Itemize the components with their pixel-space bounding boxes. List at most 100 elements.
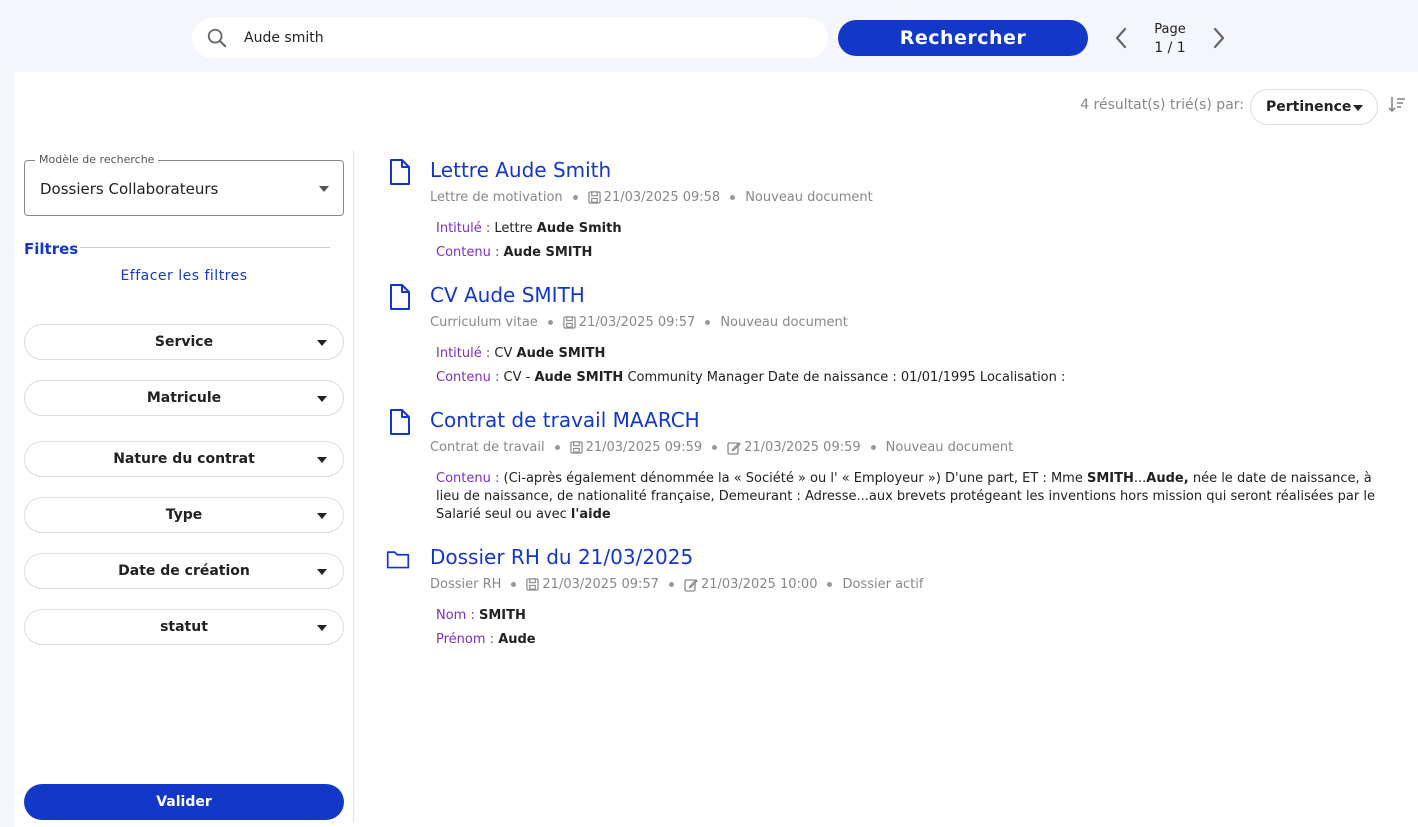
field-row: Contenu : (Ci-après également dénommée l… [436, 470, 1396, 524]
pager: Page 1 / 1 [1140, 21, 1200, 57]
result-type: Lettre de motivation [430, 190, 563, 205]
search-input[interactable] [244, 26, 804, 50]
filter-service[interactable]: Service [24, 324, 344, 360]
result-meta: Contrat de travail 21/03/2025 09:59 21/0… [430, 440, 1013, 455]
field-text: Community Manager Date de naissance : 01… [627, 370, 1066, 385]
field-highlight: SMITH [479, 608, 526, 623]
result-meta: Dossier RH 21/03/2025 09:57 21/03/2025 1… [430, 577, 923, 592]
field-row: Nom : SMITH [436, 607, 1396, 625]
result-modified: 21/03/2025 10:00 [700, 577, 818, 592]
field-row: Intitulé : Lettre Aude Smith [436, 220, 1396, 238]
separator-dot [870, 445, 876, 450]
filter-label: Matricule [146, 390, 222, 406]
field-label: Contenu : [436, 245, 500, 260]
results-count: 4 résultat(s) trié(s) par: [1080, 97, 1244, 113]
search-icon [207, 28, 227, 48]
caret-down-icon [317, 625, 327, 631]
validate-button[interactable]: Valider [24, 784, 344, 820]
caret-down-icon [317, 569, 327, 575]
field-highlight: Aude Smith [536, 221, 622, 236]
separator-dot [547, 320, 553, 325]
sort-order-icon[interactable] [1386, 94, 1408, 116]
document-icon [390, 159, 410, 185]
edit-icon [684, 578, 698, 592]
search-button[interactable]: Rechercher [838, 20, 1088, 56]
result-fields: Contenu : (Ci-après également dénommée l… [436, 470, 1396, 530]
filter-label: Type [165, 507, 203, 523]
result-modified: 21/03/2025 09:59 [744, 440, 861, 455]
field-row: Intitulé : CV Aude SMITH [436, 345, 1396, 363]
separator-dot [554, 445, 560, 450]
search-box[interactable] [192, 18, 828, 58]
result-meta: Curriculum vitae 21/03/2025 09:57 Nouvea… [430, 315, 848, 330]
field-label: Nom : [436, 608, 475, 623]
field-text: CV [494, 346, 513, 361]
result-meta: Lettre de motivation 21/03/2025 09:58 No… [430, 190, 873, 205]
field-label: Contenu : [436, 471, 500, 486]
filter-matricule[interactable]: Matricule [24, 380, 344, 416]
result-status: Dossier actif [842, 577, 924, 592]
caret-down-icon [317, 340, 327, 346]
field-highlight: Aude SMITH [503, 245, 593, 260]
result-created: 21/03/2025 09:57 [578, 315, 696, 330]
save-icon [563, 316, 576, 329]
separator-dot [712, 445, 718, 450]
search-model-label: Modèle de recherche [35, 153, 159, 166]
result-title-link[interactable]: Dossier RH du 21/03/2025 [430, 545, 693, 569]
chevron-left-icon[interactable] [1110, 24, 1132, 52]
divider [80, 247, 330, 248]
field-text: ... [1133, 471, 1147, 486]
result-title-link[interactable]: Contrat de travail MAARCH [430, 408, 700, 432]
filter-label: Date de création [118, 563, 250, 579]
separator-dot [511, 582, 517, 587]
result-type: Dossier RH [430, 577, 502, 592]
folder-icon [386, 551, 410, 569]
edit-icon [727, 441, 741, 455]
caret-down-icon [317, 457, 327, 463]
filter-statut[interactable]: statut [24, 609, 344, 645]
save-icon [587, 191, 601, 204]
search-model-select[interactable]: Modèle de recherche Dossiers Collaborate… [24, 153, 344, 216]
document-icon [390, 409, 410, 435]
sort-select[interactable]: Pertinence [1250, 89, 1378, 125]
field-text: CV - [503, 370, 531, 385]
field-highlight: Aude SMITH [534, 370, 624, 385]
field-row: Contenu : Aude SMITH [436, 244, 1396, 262]
caret-down-icon [317, 396, 327, 402]
pager-value: 1 / 1 [1154, 40, 1186, 56]
field-highlight: Aude [498, 632, 536, 647]
filter-nature-contrat[interactable]: Nature du contrat [24, 441, 344, 477]
field-text: Lettre [494, 221, 533, 236]
chevron-right-icon[interactable] [1208, 24, 1230, 52]
filter-type[interactable]: Type [24, 497, 344, 533]
filter-date-creation[interactable]: Date de création [24, 553, 344, 589]
result-status: Nouveau document [720, 315, 848, 330]
result-status: Nouveau document [745, 190, 873, 205]
caret-down-icon [317, 513, 327, 519]
field-highlight: Aude, [1146, 471, 1189, 486]
field-label: Prénom : [436, 632, 495, 647]
field-highlight: SMITH [1087, 471, 1134, 486]
search-model-value: Dossiers Collaborateurs [40, 180, 219, 198]
filters-title: Filtres [24, 240, 79, 258]
result-title-link[interactable]: CV Aude SMITH [430, 283, 585, 307]
field-row: Prénom : Aude [436, 631, 1396, 649]
field-label: Intitulé : [436, 346, 491, 361]
caret-down-icon [1353, 105, 1363, 111]
result-fields: Nom : SMITH Prénom : Aude [436, 607, 1396, 655]
clear-filters-link[interactable]: Effacer les filtres [14, 268, 354, 284]
caret-down-icon [319, 186, 329, 192]
sort-value: Pertinence [1266, 99, 1352, 115]
top-bar: Rechercher Page 1 / 1 [0, 0, 1418, 72]
filter-label: statut [160, 619, 208, 635]
save-icon [526, 578, 540, 591]
save-icon [569, 441, 583, 454]
result-title-link[interactable]: Lettre Aude Smith [430, 158, 611, 182]
main-panel: 4 résultat(s) trié(s) par: Pertinence Mo… [14, 72, 1418, 827]
field-highlight: l'aide [570, 507, 611, 522]
field-label: Intitulé : [436, 221, 491, 236]
filter-label: Service [154, 334, 214, 350]
separator-dot [730, 195, 736, 200]
separator-dot [705, 320, 711, 325]
separator-dot [827, 582, 833, 587]
